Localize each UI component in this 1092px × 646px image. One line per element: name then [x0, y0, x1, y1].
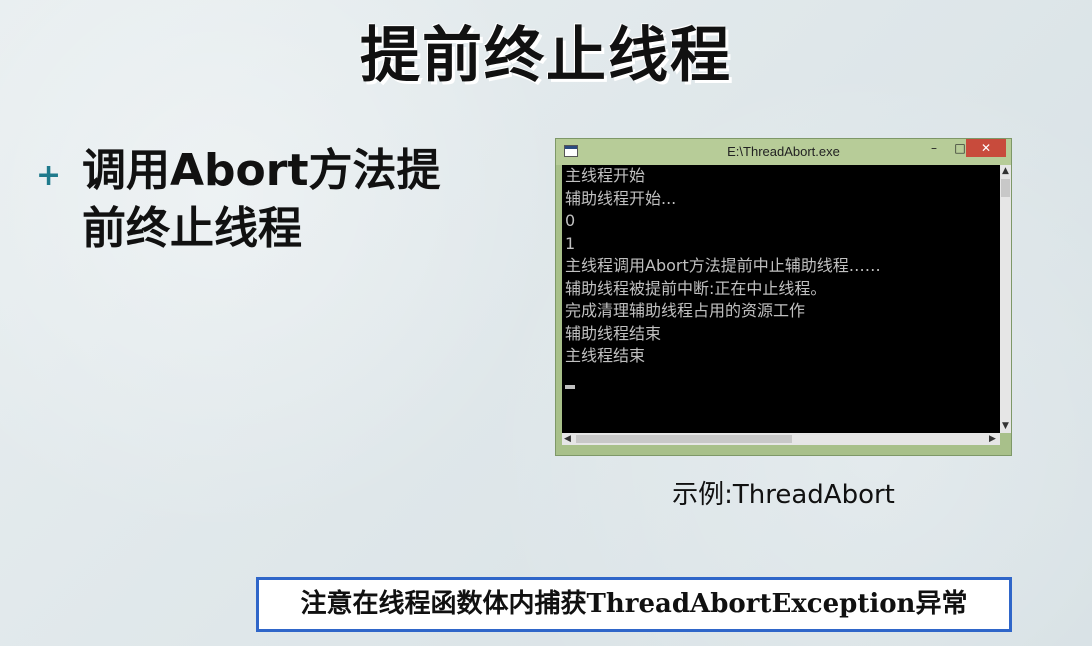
close-button[interactable]: ✕: [966, 139, 1006, 157]
console-output[interactable]: 主线程开始 辅助线程开始... 0 1 主线程调用Abort方法提前中止辅助线程…: [562, 165, 1000, 433]
scroll-left-icon[interactable]: ◀: [564, 434, 571, 444]
console-line: 主线程调用Abort方法提前中止辅助线程……: [565, 256, 881, 275]
vertical-scrollbar[interactable]: ▲ ▼: [1000, 165, 1011, 433]
example-caption: 示例:ThreadAbort: [672, 480, 895, 510]
console-line: 0: [565, 211, 576, 230]
window-titlebar[interactable]: E:\ThreadAbort.exe – □ ✕: [556, 139, 1011, 165]
bullet-text: 调用Abort方法提 前终止线程: [82, 145, 441, 254]
scroll-right-icon[interactable]: ▶: [989, 434, 996, 444]
note-box: 注意在线程函数体内捕获ThreadAbortException异常: [256, 577, 1012, 632]
console-lines: 主线程开始 辅助线程开始... 0 1 主线程调用Abort方法提前中止辅助线程…: [565, 165, 881, 368]
horizontal-scrollbar[interactable]: ◀ ▶: [562, 433, 1000, 445]
console-line: 辅助线程被提前中断:正在中止线程。: [565, 278, 827, 298]
minimize-button[interactable]: –: [922, 139, 946, 157]
scroll-up-icon[interactable]: ▲: [1002, 166, 1009, 176]
console-line: 辅助线程开始...: [565, 188, 677, 208]
slide-title: 提前终止线程: [360, 21, 732, 91]
console-line: 辅助线程结束: [565, 323, 662, 343]
console-cursor: [565, 385, 575, 389]
console-line: 主线程结束: [565, 346, 646, 365]
console-line: 1: [565, 233, 576, 253]
vertical-scroll-thumb[interactable]: [1001, 179, 1010, 197]
horizontal-scroll-thumb[interactable]: [576, 435, 792, 443]
console-line: 主线程开始: [565, 166, 646, 185]
bullet-marker: +: [36, 158, 62, 193]
scroll-down-icon[interactable]: ▼: [1002, 421, 1009, 431]
console-window: E:\ThreadAbort.exe – □ ✕ 主线程开始 辅助线程开始...…: [555, 138, 1012, 456]
console-line: 完成清理辅助线程占用的资源工作: [565, 301, 806, 320]
